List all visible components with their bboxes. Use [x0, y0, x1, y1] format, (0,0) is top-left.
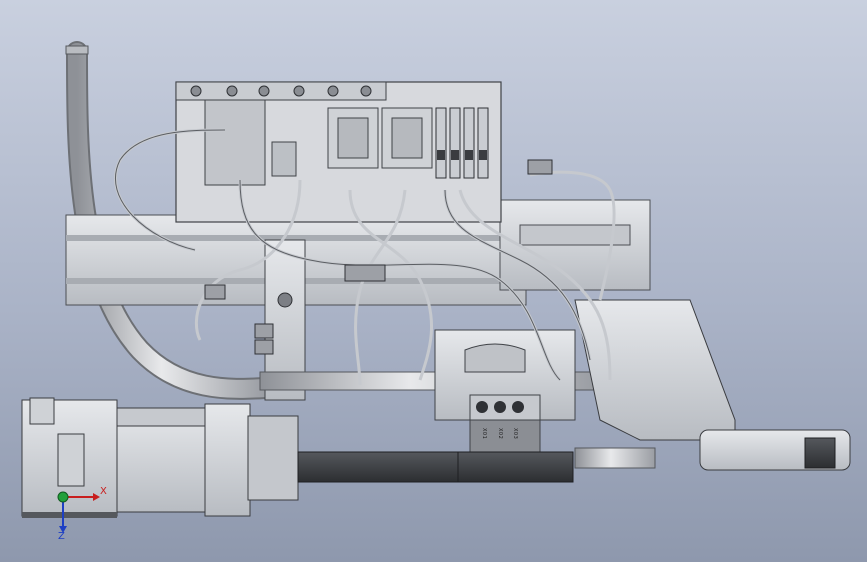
triad-y-axis [57, 491, 69, 503]
io-label: X03 [512, 428, 518, 440]
triad-x-label: X [100, 486, 107, 497]
triad-z-label: Z [58, 531, 65, 542]
cad-viewport[interactable]: X Z X01 X02 X03 [0, 0, 867, 562]
io-label: X01 [481, 428, 487, 440]
io-label: X02 [497, 428, 503, 440]
coordinate-triad [57, 491, 100, 533]
